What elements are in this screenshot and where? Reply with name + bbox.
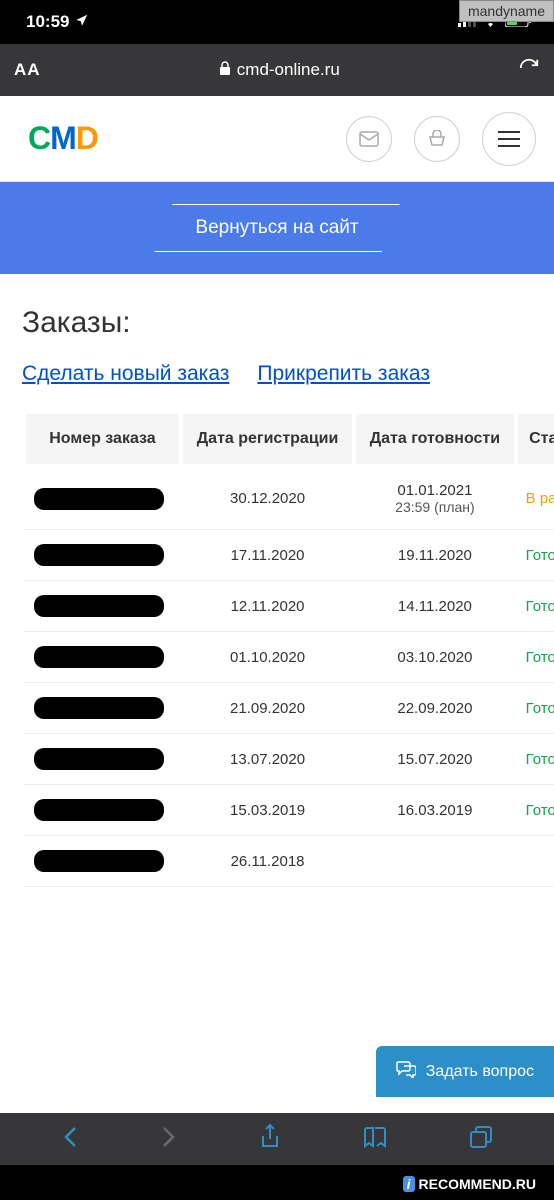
attach-order-link[interactable]: Прикрепить заказ xyxy=(257,362,430,386)
chat-button[interactable]: Задать вопрос xyxy=(376,1046,554,1097)
text-size-button[interactable]: AA xyxy=(14,60,41,80)
cart-icon[interactable] xyxy=(414,116,460,162)
redacted-order-id xyxy=(34,488,164,510)
cell-ready: 03.10.2020 xyxy=(354,632,515,683)
watermark-tag: mandyname xyxy=(459,0,554,22)
forward-icon[interactable] xyxy=(161,1126,177,1153)
url-domain[interactable]: cmd-online.ru xyxy=(55,60,504,80)
url-bar: AA cmd-online.ru xyxy=(0,44,554,96)
th-reg: Дата регистрации xyxy=(181,412,354,466)
mail-icon[interactable] xyxy=(346,116,392,162)
logo[interactable]: CMD xyxy=(28,120,98,157)
site-header: CMD xyxy=(0,96,554,182)
reload-icon[interactable] xyxy=(518,57,540,84)
cell-reg: 17.11.2020 xyxy=(181,530,354,581)
table-row[interactable]: 17.11.2020 19.11.2020 Гото xyxy=(24,530,554,581)
cell-status: В раб xyxy=(516,466,554,530)
redacted-order-id xyxy=(34,544,164,566)
cell-status xyxy=(516,836,554,887)
page-title: Заказы: xyxy=(0,274,554,362)
cell-reg: 30.12.2020 xyxy=(181,466,354,530)
redacted-order-id xyxy=(34,748,164,770)
banner: Вернуться на сайт xyxy=(0,182,554,274)
chat-icon xyxy=(396,1060,416,1083)
redacted-order-id xyxy=(34,697,164,719)
cell-status: Гото xyxy=(516,734,554,785)
cell-reg: 26.11.2018 xyxy=(181,836,354,887)
bookmarks-icon[interactable] xyxy=(363,1126,387,1153)
cell-ready xyxy=(354,836,515,887)
cell-reg: 01.10.2020 xyxy=(181,632,354,683)
orders-table: Номер заказа Дата регистрации Дата готов… xyxy=(22,410,554,887)
redacted-order-id xyxy=(34,799,164,821)
redacted-order-id xyxy=(34,646,164,668)
menu-button[interactable] xyxy=(482,112,536,166)
redacted-order-id xyxy=(34,595,164,617)
table-row[interactable]: 01.10.2020 03.10.2020 Гото xyxy=(24,632,554,683)
table-row[interactable]: 21.09.2020 22.09.2020 Гото xyxy=(24,683,554,734)
cell-ready: 19.11.2020 xyxy=(354,530,515,581)
cell-reg: 15.03.2019 xyxy=(181,785,354,836)
th-order: Номер заказа xyxy=(24,412,181,466)
cell-ready: 14.11.2020 xyxy=(354,581,515,632)
watermark-footer: iRECOMMEND.RU xyxy=(397,1174,542,1194)
table-row[interactable]: 30.12.2020 01.01.202123:59 (план) В раб xyxy=(24,466,554,530)
table-row[interactable]: 12.11.2020 14.11.2020 Гото xyxy=(24,581,554,632)
back-icon[interactable] xyxy=(62,1126,78,1153)
table-row[interactable]: 13.07.2020 15.07.2020 Гото xyxy=(24,734,554,785)
cell-reg: 12.11.2020 xyxy=(181,581,354,632)
cell-status: Гото xyxy=(516,632,554,683)
location-icon xyxy=(75,12,89,32)
share-icon[interactable] xyxy=(260,1124,280,1155)
cell-status: Гото xyxy=(516,683,554,734)
cell-status: Гото xyxy=(516,785,554,836)
status-time: 10:59 xyxy=(26,12,69,32)
cell-ready: 22.09.2020 xyxy=(354,683,515,734)
cell-status: Гото xyxy=(516,530,554,581)
redacted-order-id xyxy=(34,850,164,872)
lock-icon xyxy=(219,60,231,80)
table-row[interactable]: 15.03.2019 16.03.2019 Гото xyxy=(24,785,554,836)
cell-ready: 01.01.202123:59 (план) xyxy=(354,466,515,530)
return-button[interactable]: Вернуться на сайт xyxy=(154,204,399,252)
th-ready: Дата готовности xyxy=(354,412,515,466)
new-order-link[interactable]: Сделать новый заказ xyxy=(22,362,229,386)
cell-status: Гото xyxy=(516,581,554,632)
cell-ready: 15.07.2020 xyxy=(354,734,515,785)
cell-reg: 21.09.2020 xyxy=(181,683,354,734)
browser-toolbar xyxy=(0,1113,554,1165)
tabs-icon[interactable] xyxy=(470,1126,492,1153)
cell-reg: 13.07.2020 xyxy=(181,734,354,785)
table-row[interactable]: 26.11.2018 xyxy=(24,836,554,887)
cell-ready: 16.03.2019 xyxy=(354,785,515,836)
th-status: Стат xyxy=(516,412,554,466)
